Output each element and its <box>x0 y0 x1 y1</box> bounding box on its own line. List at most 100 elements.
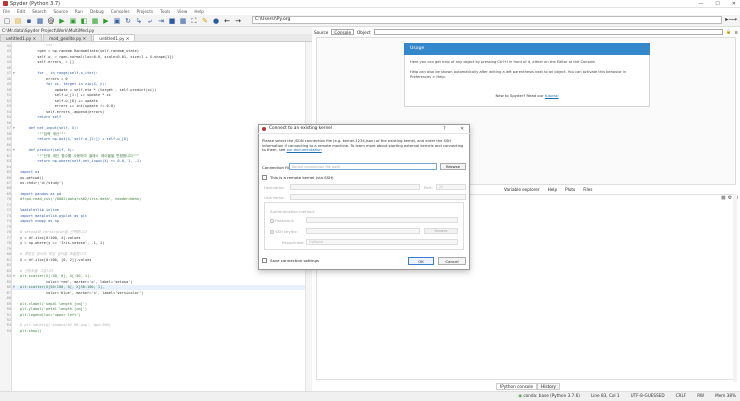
options-menu-icon[interactable]: ≡ <box>734 30 738 35</box>
remote-kernel-checkbox[interactable]: This is a remote kernel (via SSH) <box>262 175 334 180</box>
code-line: plt.ylabel('petal length [cm]') <box>20 307 88 312</box>
connection-file-input[interactable]: Kernel connection file path <box>289 163 437 170</box>
line-number: 53 <box>6 104 11 109</box>
step-return-icon[interactable]: ⤶ <box>146 17 154 25</box>
menu-item[interactable]: Tools <box>160 9 170 14</box>
save-all-icon[interactable]: ▦ <box>36 17 44 25</box>
new-file-icon[interactable]: ▢ <box>3 17 11 25</box>
ssh-keyfile-option[interactable]: SSH keyfile: <box>270 229 298 234</box>
close-icon[interactable]: ✕ <box>732 1 736 7</box>
maximize-icon[interactable]: ☐ <box>715 1 719 7</box>
line-number: 71 <box>6 202 11 207</box>
cancel-button[interactable]: Cancel <box>438 257 466 265</box>
ssh-keyfile-input[interactable] <box>306 228 420 234</box>
back-icon[interactable]: ← <box>223 17 231 25</box>
code-line: return np.where(self.net_input(X) >= 0.0… <box>20 159 142 164</box>
editor-tab[interactable]: untitled1.py ✕ <box>0 34 43 41</box>
fold-icon[interactable]: ▾ <box>13 148 15 152</box>
password-input[interactable] <box>306 217 458 223</box>
object-input[interactable] <box>373 29 724 35</box>
forward-icon[interactable]: → <box>234 17 242 25</box>
menu-item[interactable]: Projects <box>137 9 154 14</box>
menu-item[interactable]: Source <box>54 9 68 14</box>
line-number: 65 <box>6 170 11 175</box>
debug-icon[interactable]: ▣ <box>113 17 121 25</box>
menu-item[interactable]: Run <box>75 9 83 14</box>
run-cell-advance-icon[interactable]: ◧ <box>80 17 88 25</box>
continue-icon[interactable]: ⇥ <box>157 17 165 25</box>
fold-icon[interactable]: ▾ <box>13 71 15 75</box>
close-icon[interactable]: ✕ <box>460 126 464 132</box>
minimize-icon[interactable]: — <box>698 1 703 7</box>
code-line: # 꽃받침 길이와 꽃잎 길이를 추출합니다 <box>20 252 86 257</box>
tutorial-link[interactable]: tutorial <box>545 93 559 98</box>
maximize-pane-icon[interactable]: ▦ <box>179 17 187 25</box>
passphrase-input[interactable]: Optional <box>306 239 458 245</box>
tab-help[interactable]: Help <box>548 187 558 192</box>
lock-icon[interactable]: 🔓 <box>726 29 731 35</box>
password-option[interactable]: Password: <box>270 218 294 223</box>
save-settings-checkbox[interactable]: Save connection settings <box>262 258 319 263</box>
fold-icon[interactable]: ▾ <box>13 274 15 278</box>
tab-plots[interactable]: Plots <box>565 187 575 192</box>
at-icon[interactable]: @ <box>47 17 55 25</box>
source-select[interactable]: Console <box>331 29 355 35</box>
editor-tab-active[interactable]: untitled1.py ✕ <box>93 34 136 41</box>
fold-icon[interactable]: ▾ <box>13 285 15 289</box>
port-input[interactable]: 22 <box>436 184 466 190</box>
keyfile-browse-button[interactable]: Browse <box>424 228 458 234</box>
console-scrollbar[interactable] <box>733 194 737 382</box>
settings-icon[interactable]: ⚙ <box>728 195 732 201</box>
working-directory-input[interactable]: C:\Users\\Py.org <box>252 16 722 24</box>
ok-button[interactable]: OK <box>408 257 434 265</box>
code-line: plt.legend(loc='upper left') <box>20 312 81 317</box>
tab-files[interactable]: Files <box>583 187 592 192</box>
fullscreen-icon[interactable]: ⛶ <box>190 17 198 25</box>
password-radio[interactable] <box>270 219 274 223</box>
stop-debug-icon[interactable]: ■ <box>168 17 176 25</box>
usage-text-2: Help can also be shown automatically aft… <box>410 70 627 79</box>
checkbox-box[interactable] <box>262 175 267 180</box>
line-number: 77 <box>6 235 11 240</box>
line-number: 45 <box>6 60 11 65</box>
menu-item[interactable]: File <box>3 9 10 14</box>
run-selection-icon[interactable]: ▦ <box>91 17 99 25</box>
menu-item[interactable]: Consoles <box>111 9 130 14</box>
run-cell-icon[interactable]: ▣ <box>69 17 77 25</box>
username-input[interactable] <box>290 194 466 200</box>
window-title: Spyder (Python 3.7) <box>10 0 60 7</box>
code-line: return np.dot(X, self.w_[1:]) + self.w_[… <box>20 137 129 142</box>
browse-button[interactable]: Browse <box>440 163 466 170</box>
help-icon[interactable]: ? <box>443 126 446 132</box>
fold-icon[interactable]: ▾ <box>13 126 15 130</box>
source-label: Source <box>314 29 329 35</box>
tab-history[interactable]: History <box>537 383 560 390</box>
line-number: 44 <box>6 54 11 59</box>
python-path-icon[interactable]: ● <box>212 17 220 25</box>
menu-item[interactable]: Help <box>194 9 204 14</box>
step-icon[interactable]: ↻ <box>124 17 132 25</box>
stop-icon[interactable]: ■ <box>721 195 726 201</box>
save-icon[interactable]: ▪ <box>25 17 33 25</box>
preferences-icon[interactable]: ✎ <box>201 17 209 25</box>
code-line: rgen = np.random.RandomState(self.random… <box>20 49 139 54</box>
menu-item[interactable]: Debug <box>90 9 104 14</box>
re-run-icon[interactable]: ▶ <box>102 17 110 25</box>
ssh-keyfile-radio[interactable] <box>270 230 274 234</box>
step-into-icon[interactable]: ↳ <box>135 17 143 25</box>
hostname-input[interactable] <box>290 184 420 190</box>
menu-item[interactable]: Edit <box>17 9 25 14</box>
checkbox-box[interactable] <box>262 258 267 263</box>
tab-ipython-console[interactable]: IPython console <box>496 383 538 390</box>
run-icon[interactable]: ▶ <box>58 17 66 25</box>
documentation-link[interactable]: our documentation <box>287 148 322 152</box>
tab-variable-explorer[interactable]: Variable explorer <box>504 187 540 192</box>
code-line: self.errors_.append(errors) <box>20 109 105 114</box>
status-eol: CRLF <box>675 393 687 398</box>
menu-item[interactable]: Search <box>32 9 46 14</box>
line-number: 75 <box>6 224 11 229</box>
open-file-icon[interactable]: ▤ <box>14 17 22 25</box>
menu-item[interactable]: View <box>177 9 187 14</box>
editor-tab[interactable]: mod_geolite.py ✕ <box>43 34 93 41</box>
directory-browse-icon[interactable]: ▸⟶ <box>724 16 738 24</box>
